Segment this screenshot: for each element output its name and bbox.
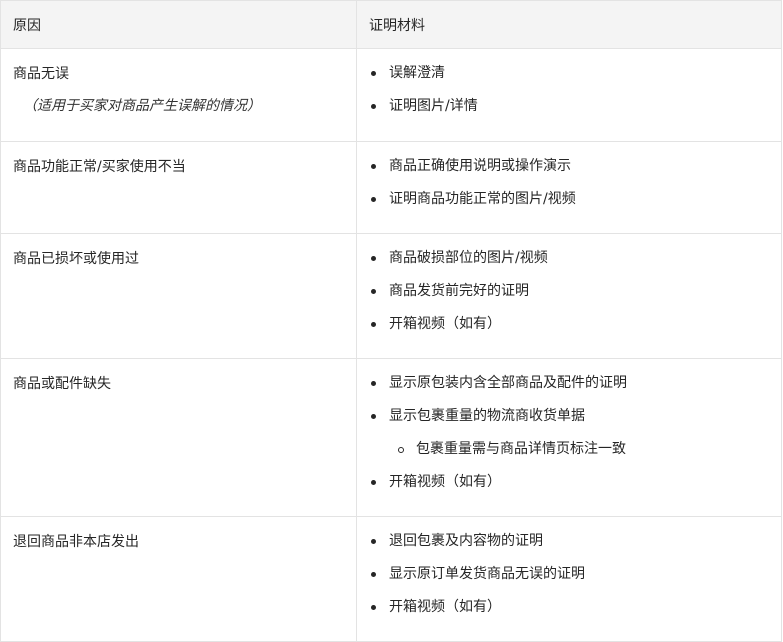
evidence-list: 显示原包装内含全部商品及配件的证明 显示包裹重量的物流商收货单据 包裹重量需与商… xyxy=(371,373,781,492)
evidence-item: 显示原订单发货商品无误的证明 xyxy=(371,564,781,584)
reason-cell: 商品或配件缺失 xyxy=(0,358,357,517)
evidence-item: 商品破损部位的图片/视频 xyxy=(371,248,781,268)
column-header-reason: 原因 xyxy=(0,0,357,49)
evidence-list: 商品破损部位的图片/视频 商品发货前完好的证明 开箱视频（如有） xyxy=(371,248,781,334)
evidence-cell: 显示原包装内含全部商品及配件的证明 显示包裹重量的物流商收货单据 包裹重量需与商… xyxy=(356,358,782,517)
evidence-item: 显示包裹重量的物流商收货单据 xyxy=(371,406,781,426)
evidence-item: 证明商品功能正常的图片/视频 xyxy=(371,189,781,209)
table-row: 退回商品非本店发出 退回包裹及内容物的证明 显示原订单发货商品无误的证明 开箱视… xyxy=(0,516,782,642)
evidence-list: 商品正确使用说明或操作演示 证明商品功能正常的图片/视频 xyxy=(371,156,781,209)
evidence-item: 开箱视频（如有） xyxy=(371,314,781,334)
evidence-item: 开箱视频（如有） xyxy=(371,597,781,617)
evidence-item: 商品正确使用说明或操作演示 xyxy=(371,156,781,176)
evidence-item: 证明图片/详情 xyxy=(371,96,781,116)
reason-text: 退回商品非本店发出 xyxy=(13,534,139,550)
table-header-row: 原因 证明材料 xyxy=(0,0,782,49)
evidence-list: 退回包裹及内容物的证明 显示原订单发货商品无误的证明 开箱视频（如有） xyxy=(371,531,781,617)
evidence-list: 误解澄清 证明图片/详情 xyxy=(371,63,781,116)
reason-cell: 退回商品非本店发出 xyxy=(0,516,357,642)
evidence-item: 开箱视频（如有） xyxy=(371,472,781,492)
table-row: 商品或配件缺失 显示原包装内含全部商品及配件的证明 显示包裹重量的物流商收货单据… xyxy=(0,358,782,517)
reason-cell: 商品已损坏或使用过 xyxy=(0,233,357,359)
reason-text: 商品功能正常/买家使用不当 xyxy=(13,159,186,175)
reason-cell: 商品功能正常/买家使用不当 xyxy=(0,141,357,234)
table-row: 商品已损坏或使用过 商品破损部位的图片/视频 商品发货前完好的证明 开箱视频（如… xyxy=(0,233,782,359)
reason-cell: 商品无误 （适用于买家对商品产生误解的情况） xyxy=(0,48,357,142)
reason-text: 商品已损坏或使用过 xyxy=(13,251,139,267)
column-header-evidence: 证明材料 xyxy=(356,0,782,49)
evidence-item: 误解澄清 xyxy=(371,63,781,83)
table-row: 商品无误 （适用于买家对商品产生误解的情况） 误解澄清 证明图片/详情 xyxy=(0,48,782,142)
table-row: 商品功能正常/买家使用不当 商品正确使用说明或操作演示 证明商品功能正常的图片/… xyxy=(0,141,782,234)
evidence-cell: 商品正确使用说明或操作演示 证明商品功能正常的图片/视频 xyxy=(356,141,782,234)
reason-text: 商品或配件缺失 xyxy=(13,376,111,392)
evidence-cell: 商品破损部位的图片/视频 商品发货前完好的证明 开箱视频（如有） xyxy=(356,233,782,359)
evidence-cell: 退回包裹及内容物的证明 显示原订单发货商品无误的证明 开箱视频（如有） xyxy=(356,516,782,642)
evidence-item: 显示原包装内含全部商品及配件的证明 xyxy=(371,373,781,393)
evidence-item: 退回包裹及内容物的证明 xyxy=(371,531,781,551)
reason-note: （适用于买家对商品产生误解的情况） xyxy=(23,98,261,114)
evidence-table: 原因 证明材料 商品无误 （适用于买家对商品产生误解的情况） 误解澄清 证明图片… xyxy=(0,0,782,642)
evidence-item: 商品发货前完好的证明 xyxy=(371,281,781,301)
evidence-subitem: 包裹重量需与商品详情页标注一致 xyxy=(371,439,781,459)
reason-text: 商品无误 xyxy=(13,66,69,82)
evidence-cell: 误解澄清 证明图片/详情 xyxy=(356,48,782,142)
